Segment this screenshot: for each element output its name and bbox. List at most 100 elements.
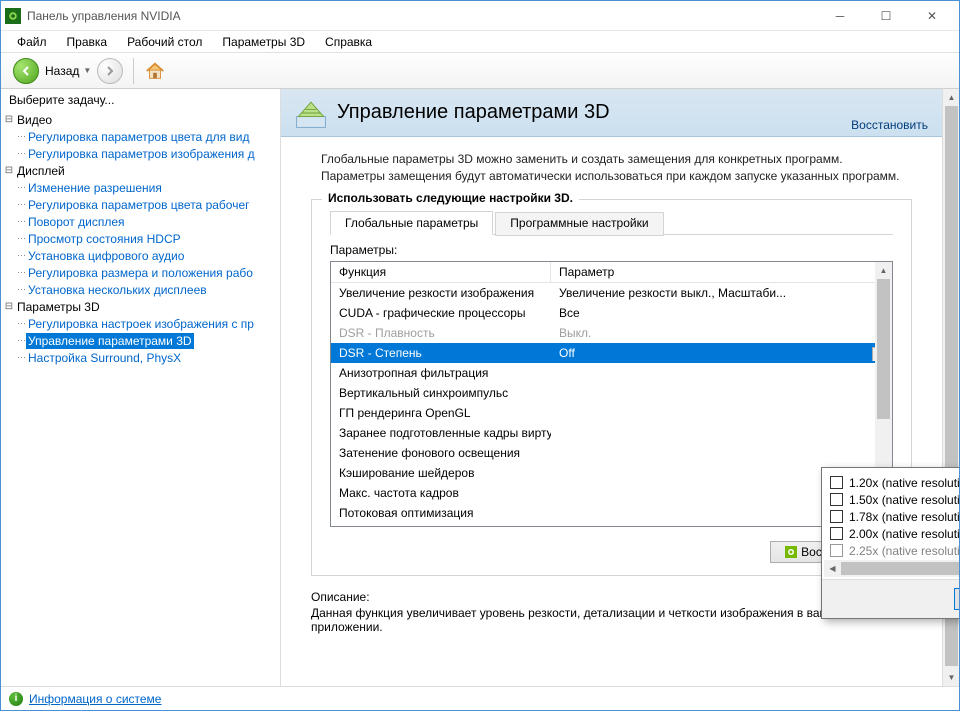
scroll-up-icon[interactable]: ▲ [875, 262, 892, 279]
params-label: Параметры: [312, 235, 911, 261]
scroll-left-icon[interactable]: ◀ [824, 560, 841, 577]
tree-item[interactable]: ⋯Регулировка настроек изображения с пр [17, 315, 278, 332]
tab-global[interactable]: Глобальные параметры [330, 211, 493, 235]
dsr-factors-popup: 1.20x (native resolution) 1.50x (native … [821, 467, 959, 619]
cell-function: Анизотропная фильтрация [331, 365, 551, 381]
restore-defaults-link[interactable]: Восстановить [851, 118, 928, 132]
tree-item[interactable]: ⋯Поворот дисплея [17, 213, 278, 230]
page-title: Управление параметрами 3D [337, 101, 610, 124]
cell-function: Увеличение резкости изображения [331, 285, 551, 301]
menu-3d[interactable]: Параметры 3D [214, 33, 313, 51]
scroll-up-icon[interactable]: ▲ [943, 89, 959, 106]
nvidia-icon [5, 8, 21, 24]
popup-hscrollbar[interactable]: ◀ ▶ [824, 560, 959, 577]
popup-option[interactable]: 1.20x (native resolution) [828, 474, 959, 491]
tree-item[interactable]: ⋯Настройка Surround, PhysX [17, 349, 278, 366]
cell-function: Затенение фонового освещения [331, 445, 551, 461]
minimize-button[interactable]: ─ [817, 2, 863, 30]
menu-help[interactable]: Справка [317, 33, 380, 51]
params-table: Функция Параметр Увеличение резкости изо… [330, 261, 893, 527]
cell-function: CUDA - графические процессоры [331, 305, 551, 321]
table-row[interactable]: DSR - СтепеньOff⌄ [331, 343, 892, 363]
cell-parameter: Все [551, 305, 892, 321]
task-tree: ⊟Видео ⋯Регулировка параметров цвета для… [1, 111, 280, 686]
table-row[interactable]: ГП рендеринга OpenGL [331, 403, 892, 423]
tree-item[interactable]: ⋯Регулировка параметров изображения д [17, 145, 278, 162]
back-button[interactable] [13, 58, 39, 84]
back-dropdown-icon[interactable]: ▼ [83, 66, 91, 75]
cell-parameter [551, 412, 892, 414]
cell-function: ГП рендеринга OpenGL [331, 405, 551, 421]
maximize-button[interactable]: ☐ [863, 2, 909, 30]
settings-tabs: Глобальные параметры Программные настрой… [330, 210, 893, 235]
cell-parameter [551, 432, 892, 434]
cell-parameter [551, 452, 892, 454]
popup-option[interactable]: 1.78x (native resolution) [828, 508, 959, 525]
titlebar: Панель управления NVIDIA ─ ☐ ✕ [1, 1, 959, 31]
checkbox[interactable] [830, 493, 843, 506]
tree-item[interactable]: ⋯Установка цифрового аудио [17, 247, 278, 264]
main-panel: Управление параметрами 3D Восстановить Г… [281, 89, 959, 686]
tab-program[interactable]: Программные настройки [495, 212, 663, 236]
cell-parameter [551, 372, 892, 374]
table-row[interactable]: Вертикальный синхроимпульс [331, 383, 892, 403]
tree-node-3d[interactable]: ⊟Параметры 3D [3, 298, 278, 315]
cell-function: Заранее подготовленные кадры вирту... [331, 425, 551, 441]
scroll-down-icon[interactable]: ▼ [943, 669, 959, 686]
tree-item[interactable]: ⋯Регулировка параметров цвета рабочег [17, 196, 278, 213]
tree-item[interactable]: ⋯Изменение разрешения [17, 179, 278, 196]
cell-parameter[interactable]: Off⌄ [551, 345, 892, 361]
table-row[interactable]: Кэширование шейдеров [331, 463, 892, 483]
cell-parameter [551, 392, 892, 394]
tree-node-video[interactable]: ⊟Видео [3, 111, 278, 128]
scroll-thumb[interactable] [877, 279, 890, 419]
checkbox[interactable] [830, 544, 843, 557]
column-parameter[interactable]: Параметр [551, 262, 892, 282]
hscroll-thumb[interactable] [841, 562, 959, 575]
home-icon[interactable] [144, 60, 166, 82]
sidebar: Выберите задачу... ⊟Видео ⋯Регулировка п… [1, 89, 281, 686]
back-label[interactable]: Назад [45, 64, 79, 78]
checkbox[interactable] [830, 510, 843, 523]
popup-option[interactable]: 2.25x (native resolution) [828, 542, 959, 559]
cell-function: Кэширование шейдеров [331, 465, 551, 481]
header-3d-icon [293, 95, 329, 131]
tree-item[interactable]: ⋯Регулировка параметров цвета для вид [17, 128, 278, 145]
menu-file[interactable]: Файл [9, 33, 55, 51]
table-row[interactable]: Потоковая оптимизация [331, 503, 892, 523]
cell-parameter: Выкл. [551, 325, 892, 341]
group-legend: Использовать следующие настройки 3D. [322, 191, 579, 205]
menubar: Файл Правка Рабочий стол Параметры 3D Сп… [1, 31, 959, 53]
menu-desktop[interactable]: Рабочий стол [119, 33, 210, 51]
tree-item[interactable]: ⋯Регулировка размера и положения рабо [17, 264, 278, 281]
checkbox[interactable] [830, 527, 843, 540]
cell-function: Макс. частота кадров [331, 485, 551, 501]
close-button[interactable]: ✕ [909, 2, 955, 30]
system-info-link[interactable]: Информация о системе [29, 692, 161, 706]
popup-option[interactable]: 2.00x (native resolution) [828, 525, 959, 542]
page-header: Управление параметрами 3D Восстановить [281, 89, 942, 137]
table-row[interactable]: Затенение фонового освещения [331, 443, 892, 463]
table-row[interactable]: CUDA - графические процессорыВсе [331, 303, 892, 323]
table-row[interactable]: Анизотропная фильтрация [331, 363, 892, 383]
table-row[interactable]: DSR - ПлавностьВыкл. [331, 323, 892, 343]
popup-ok-button[interactable]: OK [954, 588, 959, 610]
statusbar: i Информация о системе [1, 686, 959, 710]
column-function[interactable]: Функция [331, 262, 551, 282]
sidebar-header: Выберите задачу... [1, 89, 280, 111]
table-row[interactable]: Увеличение резкости изображенияУвеличени… [331, 283, 892, 303]
tree-node-display[interactable]: ⊟Дисплей [3, 162, 278, 179]
forward-button[interactable] [97, 58, 123, 84]
tree-item[interactable]: ⋯Установка нескольких дисплеев [17, 281, 278, 298]
toolbar: Назад ▼ [1, 53, 959, 89]
tree-item[interactable]: ⋯Просмотр состояния HDCP [17, 230, 278, 247]
table-row[interactable]: Заранее подготовленные кадры вирту... [331, 423, 892, 443]
menu-edit[interactable]: Правка [59, 33, 116, 51]
tree-item-selected[interactable]: ⋯Управление параметрами 3D [17, 332, 278, 349]
checkbox[interactable] [830, 476, 843, 489]
table-row[interactable]: Макс. частота кадров [331, 483, 892, 503]
popup-option[interactable]: 1.50x (native resolution) [828, 491, 959, 508]
popup-list: 1.20x (native resolution) 1.50x (native … [822, 468, 959, 560]
cell-function: DSR - Плавность [331, 325, 551, 341]
info-icon: i [9, 692, 23, 706]
